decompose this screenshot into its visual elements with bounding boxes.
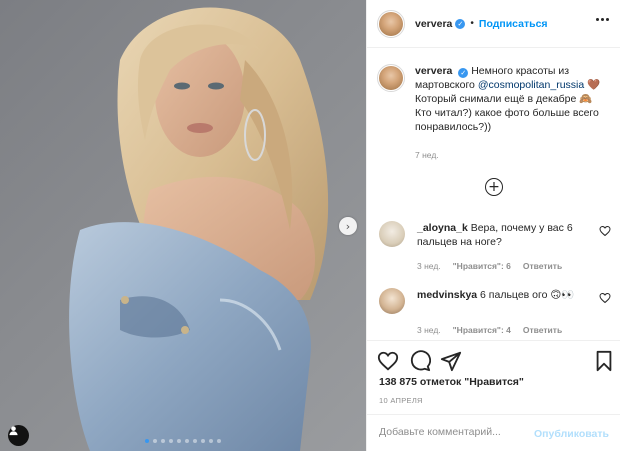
comment-like-heart-icon[interactable] [599,225,611,237]
comment-meta: 3 нед. "Нравится": 4 Ответить [417,325,562,335]
carousel-dot [169,439,173,443]
follow-button[interactable]: Подписаться [479,18,548,30]
user-tag-button[interactable] [8,425,29,446]
commenter-username[interactable]: medvinskya [417,289,477,301]
verified-badge-icon: ✓ [458,68,469,78]
comment-bubble-icon[interactable] [409,350,431,372]
comment-time[interactable]: 3 нед. [417,261,441,271]
carousel-dot [153,439,157,443]
comment-text: 6 пальцев ого 🙃👀 [480,289,575,301]
author-avatar[interactable] [377,9,405,38]
caption-avatar[interactable] [377,64,405,92]
post-caption: ververa ✓ Немного красоты из мартовского… [377,64,613,134]
plus-circle-icon: + [488,179,500,195]
carousel-indicator [145,439,221,443]
chevron-right-icon: › [345,219,351,233]
carousel-dot [217,439,221,443]
verified-badge-icon: ✓ [455,18,466,29]
carousel-dot [161,439,165,443]
caption-username[interactable]: ververa [415,65,452,77]
comment-meta: 3 нед. "Нравится": 6 Ответить [417,261,562,271]
more-dots-icon [596,18,599,21]
publish-button[interactable]: Опубликовать [534,428,609,440]
likes-count[interactable]: 138 875 отметок "Нравится" [379,376,524,388]
comment-time[interactable]: 3 нед. [417,325,441,335]
comment-like-heart-icon[interactable] [599,292,611,304]
separator-dot: • [470,18,474,29]
carousel-dot [193,439,197,443]
carousel-dot [145,439,149,443]
carousel-dot [185,439,189,443]
post-image [69,7,329,451]
comment-likes[interactable]: "Нравится": 4 [453,325,511,335]
comment-input[interactable] [379,426,529,438]
commenter-avatar[interactable] [379,221,405,247]
post-details-panel: ververa ✓ • Подписаться ververa ✓ Немног… [366,0,620,451]
carousel-dot [209,439,213,443]
post-header: ververa ✓ • Подписаться [367,0,620,48]
commenter-avatar[interactable] [379,288,405,314]
caption-mention-link[interactable]: @cosmopolitan_russia [478,79,584,91]
more-options-button[interactable] [596,18,609,21]
comment-likes[interactable]: "Нравится": 6 [453,261,511,271]
comment-reply-button[interactable]: Ответить [523,325,562,335]
comment-reply-button[interactable]: Ответить [523,261,562,271]
caption-timestamp[interactable]: 7 нед. [415,150,439,160]
paper-plane-icon[interactable] [440,350,462,372]
carousel-dot [177,439,181,443]
comment-body: _aloyna_k Вера, почему у вас 6 пальцев н… [417,221,587,249]
comment-body: medvinskya 6 пальцев ого 🙃👀 [417,288,587,302]
user-tag-icon [9,426,18,436]
post-date[interactable]: 10 АПРЕЛЯ [379,396,423,405]
load-more-comments-button[interactable]: + [485,178,503,196]
post-photo[interactable]: › [0,0,366,451]
add-comment-form: Опубликовать [367,414,620,451]
caption-text: ververa ✓ Немного красоты из мартовского… [415,64,605,134]
heart-icon[interactable] [377,350,399,372]
carousel-dot [201,439,205,443]
bookmark-icon[interactable] [593,350,615,372]
next-photo-button[interactable]: › [339,217,357,235]
author-username[interactable]: ververa [415,18,452,30]
commenter-username[interactable]: _aloyna_k [417,222,468,234]
